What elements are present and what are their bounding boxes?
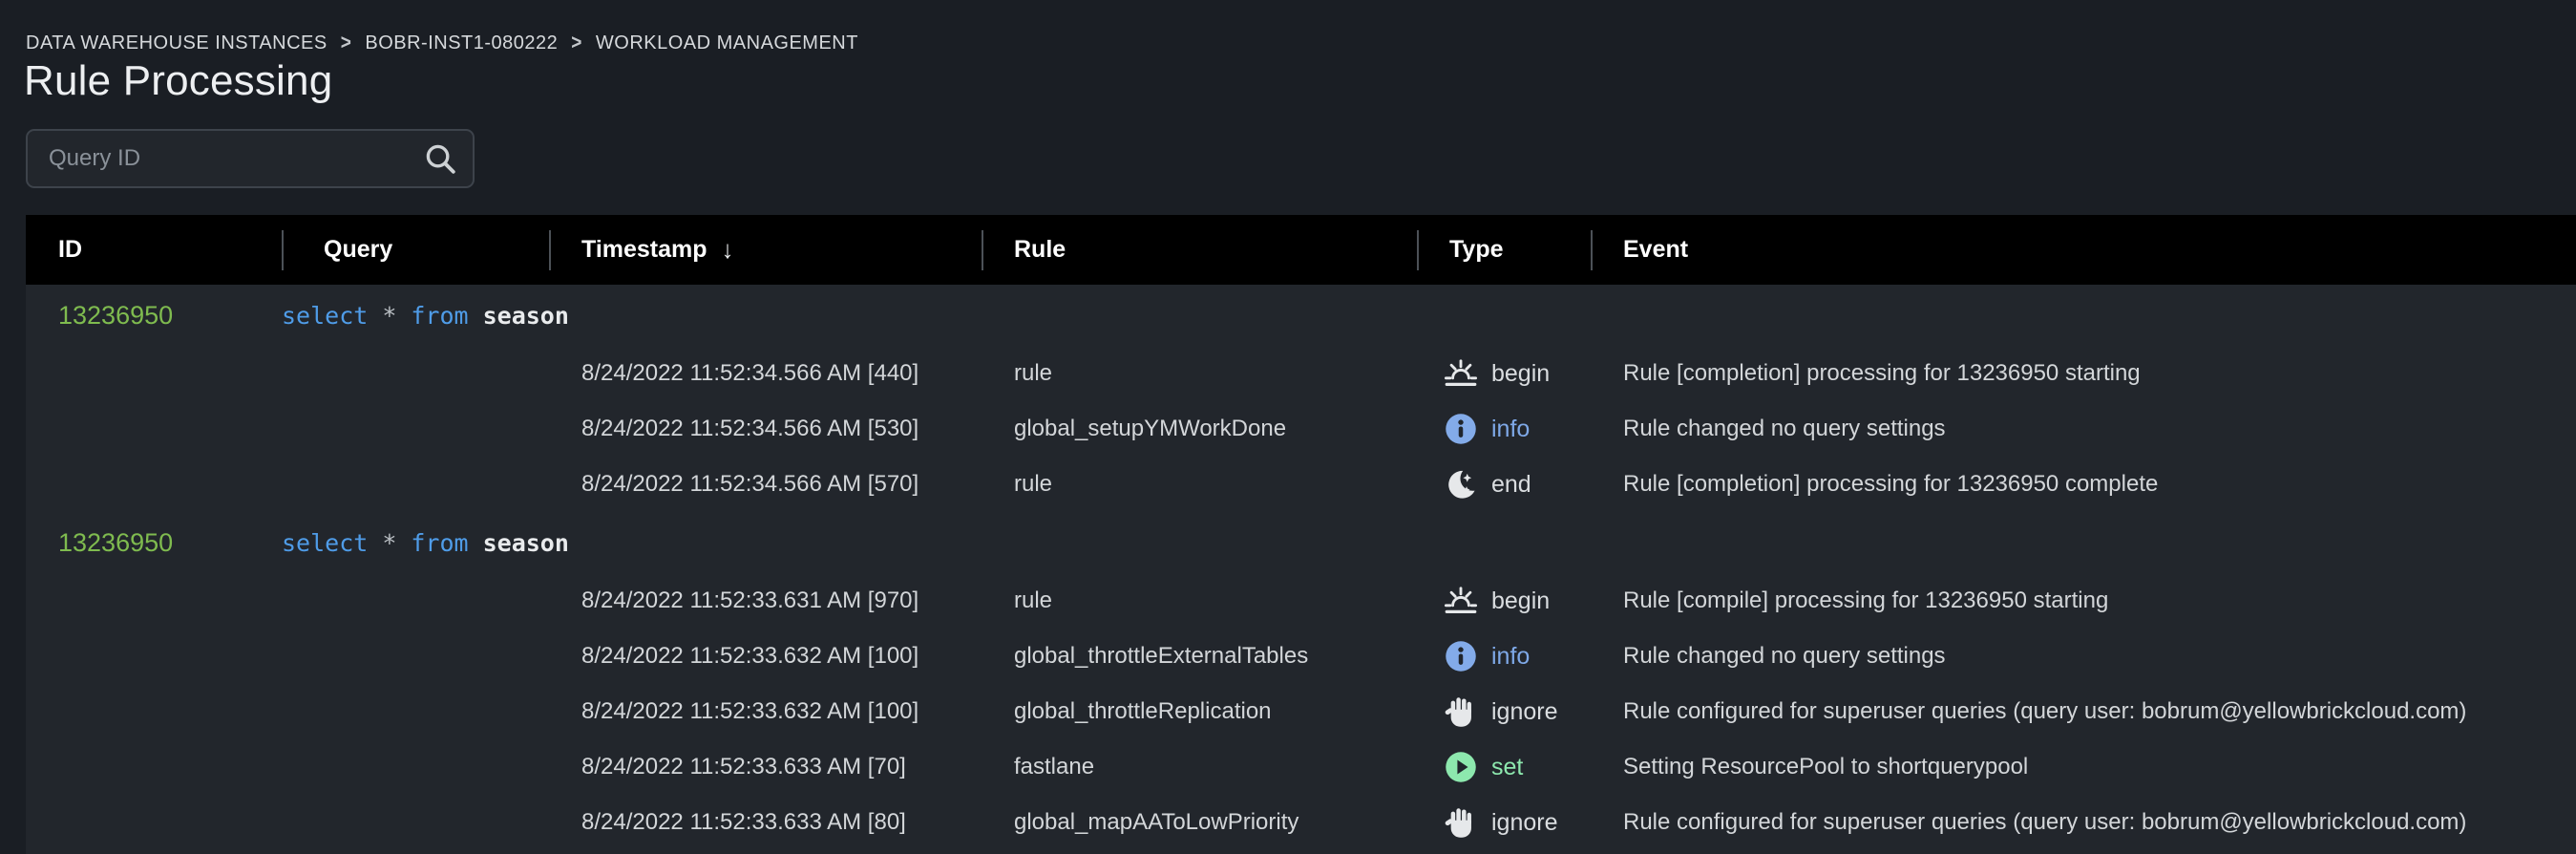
event-cell: Rule changed no query settings [1591, 416, 2576, 442]
query-sql: select * from season [282, 302, 549, 330]
column-header-rule[interactable]: Rule [982, 215, 1417, 285]
column-header-event[interactable]: Event [1591, 215, 2576, 285]
info-icon [1444, 412, 1478, 446]
rule-cell: global_mapAAToLowPriority [982, 809, 1417, 836]
rule-cell: fastlane [982, 754, 1417, 780]
type-label: info [1491, 643, 1530, 671]
sql-operator: * [382, 529, 396, 557]
page-title: Rule Processing [24, 55, 332, 107]
type-label: ignore [1491, 809, 1558, 837]
breadcrumb-item-data-warehouse-instances[interactable]: DATA WAREHOUSE INSTANCES [26, 32, 327, 54]
type-cell: info [1417, 412, 1591, 446]
sql-keyword: select [282, 529, 368, 557]
type-label: begin [1491, 360, 1550, 388]
rule-cell: global_setupYMWorkDone [982, 416, 1417, 442]
query-id-link[interactable]: 13236950 [26, 528, 282, 558]
moon-end-icon [1444, 467, 1478, 502]
type-label: begin [1491, 587, 1550, 615]
rule-cell: global_throttleExternalTables [982, 643, 1417, 670]
table-body: 13236950 select * from season 8/24/2022 … [26, 285, 2576, 854]
type-label: end [1491, 471, 1531, 499]
query-group-row: 13236950 select * from season [26, 512, 2576, 573]
table-row: 8/24/2022 11:52:33.632 AM [100] global_t… [26, 629, 2576, 684]
sql-identifier: season [483, 302, 569, 330]
sunrise-begin-icon [1444, 356, 1478, 391]
hand-ignore-icon [1444, 805, 1478, 840]
timestamp-cell: 8/24/2022 11:52:33.631 AM [970] [549, 587, 982, 614]
type-cell: set [1417, 750, 1591, 784]
event-cell: Rule [completion] processing for 1323695… [1591, 360, 2576, 387]
table-header-row: ID Query Timestamp ↓ Rule Type Event [26, 215, 2576, 285]
query-group-row: 13236950 select * from season [26, 285, 2576, 346]
breadcrumb-separator-icon: > [571, 32, 582, 55]
event-cell: Rule configured for superuser queries (q… [1591, 809, 2576, 836]
type-label: set [1491, 754, 1523, 781]
rule-cell: rule [982, 360, 1417, 387]
table-row: 8/24/2022 11:52:34.566 AM [570] rule end… [26, 457, 2576, 512]
rule-cell: global_throttleReplication [982, 698, 1417, 725]
sql-identifier: season [483, 529, 569, 557]
column-header-query[interactable]: Query [282, 215, 549, 285]
breadcrumb-separator-icon: > [341, 32, 352, 55]
type-cell: ignore [1417, 694, 1591, 729]
timestamp-cell: 8/24/2022 11:52:34.566 AM [440] [549, 360, 982, 387]
rule-cell: rule [982, 587, 1417, 614]
type-cell: info [1417, 639, 1591, 673]
type-cell: begin [1417, 584, 1591, 618]
type-label: info [1491, 416, 1530, 443]
table-row: 8/24/2022 11:52:34.566 AM [530] global_s… [26, 401, 2576, 457]
table-row: 8/24/2022 11:52:33.633 AM [80] global_ma… [26, 795, 2576, 850]
query-id-search-input[interactable] [28, 131, 423, 186]
breadcrumb: DATA WAREHOUSE INSTANCES > BOBR-INST1-08… [26, 32, 858, 54]
timestamp-cell: 8/24/2022 11:52:34.566 AM [570] [549, 471, 982, 498]
table-row: 8/24/2022 11:52:33.631 AM [970] rule beg… [26, 573, 2576, 629]
column-header-type[interactable]: Type [1417, 215, 1591, 285]
event-cell: Rule [compile] processing for 13236950 s… [1591, 587, 2576, 614]
timestamp-cell: 8/24/2022 11:52:34.566 AM [530] [549, 416, 982, 442]
hand-ignore-icon [1444, 694, 1478, 729]
workload-management-rule-processing-page: DATA WAREHOUSE INSTANCES > BOBR-INST1-08… [0, 0, 2576, 854]
sort-descending-icon[interactable]: ↓ [722, 235, 734, 265]
table-row: 8/24/2022 11:52:33.633 AM [70] fastlane … [26, 739, 2576, 795]
search-icon[interactable] [423, 141, 457, 176]
query-id-search-box [26, 129, 475, 188]
type-cell: begin [1417, 356, 1591, 391]
event-cell: Setting ResourcePool to shortquerypool [1591, 754, 2576, 780]
play-set-icon [1444, 750, 1478, 784]
table-row: 8/24/2022 11:52:34.566 AM [440] rule beg… [26, 346, 2576, 401]
timestamp-cell: 8/24/2022 11:52:33.632 AM [100] [549, 643, 982, 670]
sql-keyword: select [282, 302, 368, 330]
sql-operator: * [382, 302, 396, 330]
sql-keyword: from [411, 302, 468, 330]
sql-keyword: from [411, 529, 468, 557]
event-cell: Rule [completion] processing for 1323695… [1591, 471, 2576, 498]
query-sql: select * from season [282, 529, 549, 557]
rule-processing-table: ID Query Timestamp ↓ Rule Type Event 132… [26, 215, 2576, 854]
timestamp-cell: 8/24/2022 11:52:33.633 AM [80] [549, 809, 982, 836]
rule-cell: rule [982, 471, 1417, 498]
type-cell: ignore [1417, 805, 1591, 840]
type-cell: end [1417, 467, 1591, 502]
column-header-id[interactable]: ID [26, 215, 282, 285]
event-cell: Rule configured for superuser queries (q… [1591, 698, 2576, 725]
column-header-timestamp[interactable]: Timestamp ↓ [549, 215, 982, 285]
breadcrumb-item-instance[interactable]: BOBR-INST1-080222 [365, 32, 558, 54]
table-row: 8/24/2022 11:52:33.632 AM [100] global_t… [26, 684, 2576, 739]
breadcrumb-item-workload-management[interactable]: WORKLOAD MANAGEMENT [596, 32, 858, 54]
timestamp-cell: 8/24/2022 11:52:33.633 AM [70] [549, 754, 982, 780]
timestamp-cell: 8/24/2022 11:52:33.632 AM [100] [549, 698, 982, 725]
type-label: ignore [1491, 698, 1558, 726]
sunrise-begin-icon [1444, 584, 1478, 618]
query-id-link[interactable]: 13236950 [26, 301, 282, 331]
event-cell: Rule changed no query settings [1591, 643, 2576, 670]
info-icon [1444, 639, 1478, 673]
